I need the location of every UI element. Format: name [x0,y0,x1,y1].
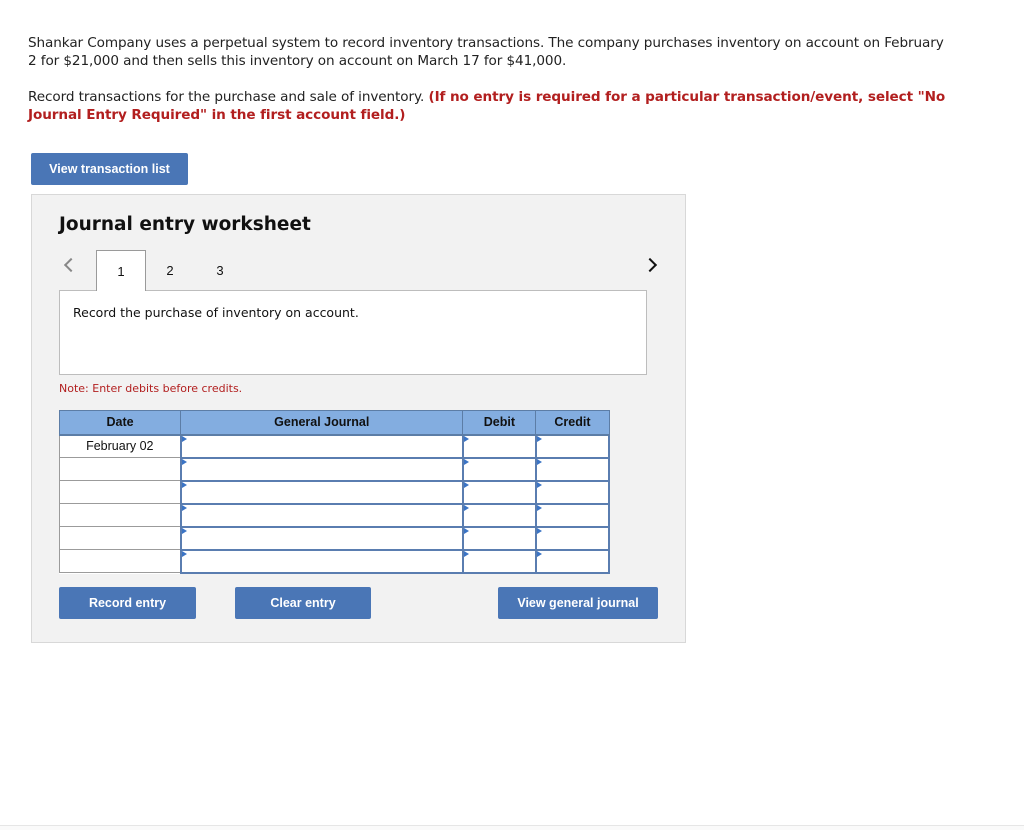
problem-paragraph: Shankar Company uses a perpetual system … [28,35,944,69]
debit-input[interactable] [463,458,535,480]
account-input[interactable] [181,435,462,457]
account-input[interactable] [181,481,462,503]
debit-input[interactable] [463,550,535,572]
journal-header-row: Date General Journal Debit Credit [58,410,610,436]
account-cell[interactable] [179,548,464,574]
header-debit: Debit [462,410,537,436]
debit-input[interactable] [463,481,535,503]
header-credit: Credit [535,410,610,436]
debit-cell[interactable] [461,479,537,505]
debit-input[interactable] [463,527,535,549]
debit-cell[interactable] [461,456,537,482]
transaction-description: Record the purchase of inventory on acco… [73,305,359,320]
credit-cell[interactable] [534,502,611,528]
table-row [58,479,611,505]
account-cell[interactable] [179,502,464,528]
chevron-right-icon [642,257,658,273]
problem-statement: Shankar Company uses a perpetual system … [28,34,948,124]
view-general-journal-button[interactable]: View general journal [498,587,658,619]
account-input[interactable] [181,527,462,549]
credit-input[interactable] [536,435,608,457]
date-cell [58,549,182,573]
instructions-text: Record transactions for the purchase and… [28,89,429,105]
date-cell [58,480,182,504]
worksheet-title: Journal entry worksheet [59,214,311,235]
credit-cell[interactable] [534,479,611,505]
table-row [58,525,611,551]
header-date: Date [58,410,182,436]
tab-2[interactable]: 2 [146,250,194,291]
journal-entry-worksheet: Journal entry worksheet 1 2 3 Record the… [31,194,686,643]
tab-3[interactable]: 3 [196,250,244,291]
table-row [58,548,611,574]
previous-button[interactable] [62,253,79,273]
next-button[interactable] [642,253,658,273]
account-cell[interactable] [179,479,464,505]
page-footer-divider [0,825,1024,830]
table-row: February 02 [58,433,611,459]
debit-credit-note: Note: Enter debits before credits. [59,382,243,395]
debit-cell[interactable] [461,502,537,528]
credit-cell[interactable] [534,525,611,551]
tab-label: 1 [117,263,125,279]
debit-cell[interactable] [461,548,537,574]
chevron-left-icon [63,257,79,273]
credit-cell[interactable] [534,548,611,574]
date-cell [58,526,182,550]
date-cell [58,457,182,481]
clear-entry-button[interactable]: Clear entry [235,587,371,619]
debit-input[interactable] [463,504,535,526]
credit-input[interactable] [536,481,608,503]
record-entry-button[interactable]: Record entry [59,587,196,619]
account-cell[interactable] [179,456,464,482]
credit-input[interactable] [536,527,608,549]
view-transaction-list-button[interactable]: View transaction list [31,153,188,185]
credit-input[interactable] [536,458,608,480]
debit-cell[interactable] [461,433,537,459]
table-row [58,502,611,528]
credit-cell[interactable] [534,433,611,459]
tab-1[interactable]: 1 [96,250,146,291]
debit-cell[interactable] [461,525,537,551]
debit-input[interactable] [463,435,535,457]
account-input[interactable] [181,504,462,526]
date-cell [58,503,182,527]
account-cell[interactable] [179,433,464,459]
credit-cell[interactable] [534,456,611,482]
credit-input[interactable] [536,550,608,572]
tab-label: 2 [166,263,174,278]
instructions-paragraph: Record transactions for the purchase and… [28,88,948,124]
header-general-journal: General Journal [180,410,464,436]
tab-label: 3 [216,263,224,278]
journal-table: Date General Journal Debit Credit Februa… [58,410,611,574]
account-input[interactable] [181,458,462,480]
credit-input[interactable] [536,504,608,526]
account-input[interactable] [181,550,462,572]
account-cell[interactable] [179,525,464,551]
transaction-description-box: Record the purchase of inventory on acco… [59,290,647,375]
date-cell: February 02 [58,434,182,458]
table-row [58,456,611,482]
